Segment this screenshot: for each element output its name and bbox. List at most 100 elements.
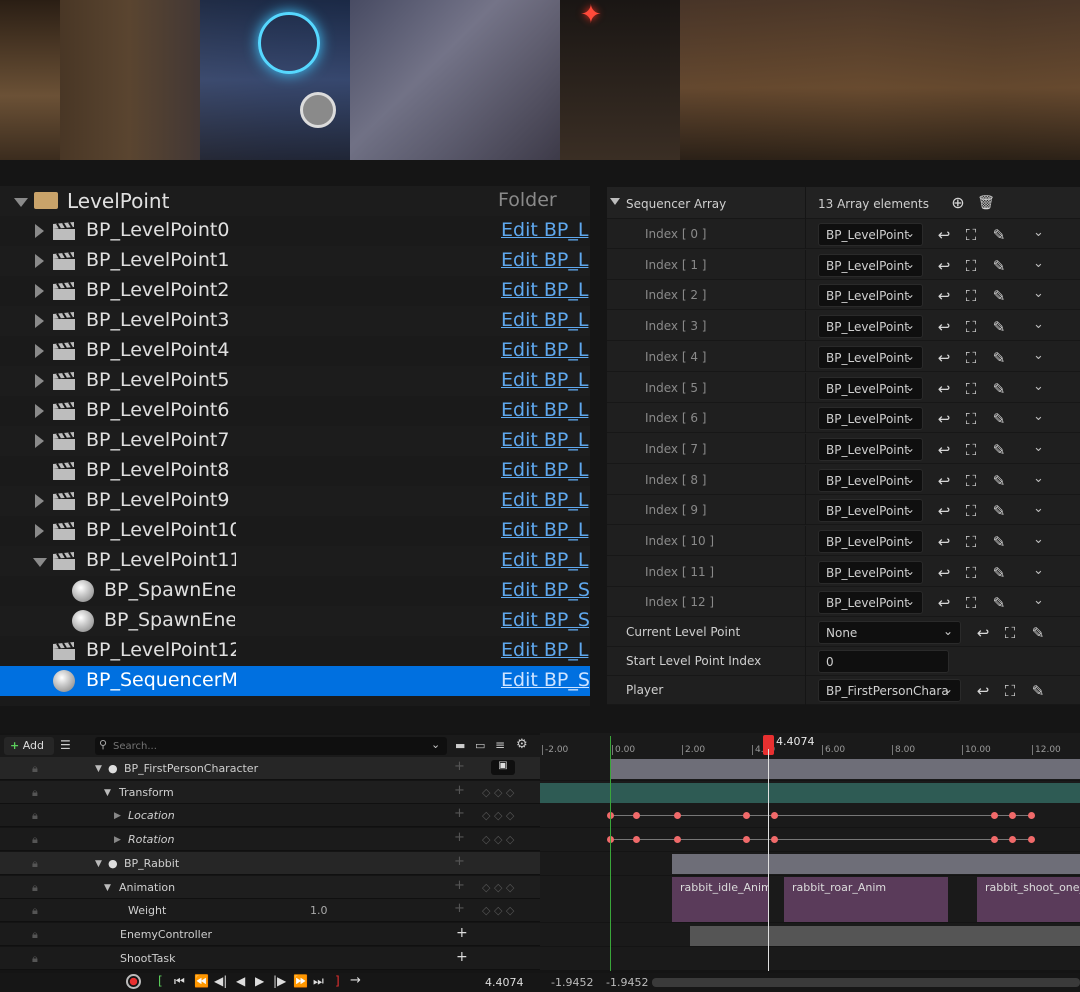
expand-arrow-icon[interactable]: [35, 374, 44, 388]
browse-icon[interactable]: ⛶: [961, 409, 981, 429]
level-point-combo[interactable]: BP_LevelPoint ⌄: [818, 499, 923, 523]
anim-clip[interactable]: rabbit_shoot_one_: [977, 876, 1080, 922]
anim-clip[interactable]: rabbit_roar_Anim: [784, 876, 948, 922]
current-time-field[interactable]: 4.4074: [485, 976, 524, 989]
chevron-down-icon[interactable]: ⌄: [1033, 286, 1044, 301]
chevron-down-icon[interactable]: ⌄: [1033, 563, 1044, 578]
eyedropper-icon[interactable]: ✎: [1028, 623, 1048, 643]
edit-blueprint-link[interactable]: Edit BP_L: [501, 519, 589, 541]
controller-section-bar[interactable]: [690, 925, 1080, 946]
loop-icon[interactable]: →: [350, 973, 361, 988]
track-row[interactable]: 🔒︎ ▼ ● BP_Rabbit +: [0, 851, 540, 875]
view-range-start[interactable]: -1.9452: [551, 976, 593, 989]
add-element-icon[interactable]: ⊕: [948, 193, 968, 213]
expand-arrow-icon[interactable]: [35, 284, 44, 298]
level-point-combo[interactable]: BP_LevelPoint ⌄: [818, 223, 923, 246]
edit-blueprint-link[interactable]: Edit BP_L: [501, 369, 589, 391]
level-point-combo[interactable]: BP_LevelPoint ⌄: [818, 407, 923, 431]
track-row[interactable]: 🔒︎ ▶ Rotation + ◇ ◇ ◇: [0, 828, 540, 852]
outliner-row[interactable]: BP_LevelPoint1 Edit BP_L: [0, 246, 590, 276]
eyedropper-icon[interactable]: ✎: [989, 532, 1009, 552]
gear-icon[interactable]: ⚙: [516, 737, 528, 752]
outliner-row[interactable]: BP_LevelPoint9 Edit BP_L: [0, 486, 590, 516]
start-index-input[interactable]: 0: [818, 650, 949, 673]
browse-icon[interactable]: ⛶: [1000, 623, 1020, 643]
eyedropper-icon[interactable]: ✎: [989, 348, 1009, 368]
eyedropper-icon[interactable]: ✎: [989, 563, 1009, 583]
level-point-combo[interactable]: BP_LevelPoint ⌄: [818, 530, 923, 553]
use-selected-icon[interactable]: ↩: [934, 317, 954, 337]
eyedropper-icon[interactable]: ✎: [989, 409, 1009, 429]
step-forward-frame-icon[interactable]: |▶: [273, 974, 286, 988]
chevron-down-icon[interactable]: ⌄: [431, 738, 440, 751]
edit-blueprint-link[interactable]: Edit BP_L: [501, 459, 589, 481]
level-point-combo[interactable]: BP_LevelPoint ⌄: [818, 253, 923, 277]
browse-icon[interactable]: ⛶: [961, 256, 981, 276]
chevron-down-icon[interactable]: ⌄: [1033, 471, 1044, 486]
chevron-down-icon[interactable]: ⌄: [1033, 409, 1044, 424]
add-icon[interactable]: +: [454, 759, 465, 774]
edit-blueprint-link[interactable]: Edit BP_L: [501, 279, 589, 301]
browse-icon[interactable]: ⛶: [961, 317, 981, 337]
chevron-down-icon[interactable]: ⌄: [1033, 593, 1044, 608]
edit-blueprint-link[interactable]: Edit BP_L: [501, 309, 589, 331]
expand-arrow-icon[interactable]: [35, 254, 44, 268]
play-reverse-icon[interactable]: ◀: [236, 974, 245, 988]
chevron-down-icon[interactable]: ⌄: [1033, 225, 1044, 240]
use-selected-icon[interactable]: ↩: [934, 256, 954, 276]
expand-arrow-icon[interactable]: ▶: [114, 811, 121, 821]
step-back-key-icon[interactable]: ⏪: [194, 974, 209, 988]
collapse-arrow-icon[interactable]: [14, 198, 28, 207]
track-lane[interactable]: [540, 946, 1080, 970]
browse-icon[interactable]: ⛶: [961, 563, 981, 583]
step-forward-key-icon[interactable]: ⏩: [293, 974, 308, 988]
chevron-down-icon[interactable]: ⌄: [1033, 440, 1044, 455]
delete-all-icon[interactable]: 🗑: [976, 193, 996, 213]
level-point-combo[interactable]: BP_LevelPoint ⌄: [818, 560, 923, 584]
outliner-row[interactable]: BP_LevelPoint0 Edit BP_L: [0, 216, 590, 246]
edit-blueprint-link[interactable]: Edit BP_L: [501, 429, 589, 451]
level-point-combo[interactable]: BP_LevelPoint ⌄: [818, 468, 923, 492]
lock-icon[interactable]: 🔒︎: [32, 881, 38, 895]
filter-icon[interactable]: ☰: [60, 738, 71, 752]
track-row[interactable]: 🔒︎ EnemyController +: [0, 922, 540, 946]
track-row[interactable]: 🔒︎ ShootTask +: [0, 946, 540, 970]
add-icon[interactable]: +: [454, 806, 465, 821]
browse-icon[interactable]: ⛶: [961, 471, 981, 491]
jump-to-start-icon[interactable]: ⏮: [174, 974, 185, 989]
keyframe-nav-icon[interactable]: ◇ ◇ ◇: [482, 809, 514, 822]
track-row[interactable]: 🔒︎ ▶ Location + ◇ ◇ ◇: [0, 804, 540, 828]
chevron-down-icon[interactable]: ⌄: [1033, 532, 1044, 547]
outliner-row[interactable]: BP_SequencerMa Edit BP_S: [0, 666, 590, 696]
outliner-row[interactable]: BP_LevelPoint11 Edit BP_L: [0, 546, 590, 576]
keyframe-nav-icon[interactable]: ◇ ◇ ◇: [482, 833, 514, 846]
chevron-down-icon[interactable]: ⌄: [1033, 501, 1044, 516]
expand-arrow-icon[interactable]: [35, 524, 44, 538]
outliner-row[interactable]: BP_LevelPoint12 Edit BP_L: [0, 636, 590, 666]
use-selected-icon[interactable]: ↩: [934, 440, 954, 460]
transform-section-bar[interactable]: [540, 782, 1080, 803]
track-row[interactable]: 🔒︎ ▼ ● BP_FirstPersonCharacter + ▣: [0, 757, 540, 780]
collapse-arrow-icon[interactable]: [33, 558, 47, 567]
current-level-point-combo[interactable]: None ⌄: [818, 621, 961, 644]
collapse-arrow-icon[interactable]: ▼: [104, 788, 111, 798]
camera-icon[interactable]: ▣: [491, 760, 515, 775]
view-range-end[interactable]: -1.9452: [606, 976, 648, 989]
outliner-row[interactable]: BP_LevelPoint5 Edit BP_L: [0, 366, 590, 396]
add-icon[interactable]: +: [454, 783, 465, 798]
eyedropper-icon[interactable]: ✎: [989, 501, 1009, 521]
eyedropper-icon[interactable]: ✎: [989, 379, 1009, 399]
lock-icon[interactable]: 🔒︎: [32, 904, 38, 918]
lock-icon[interactable]: 🔒︎: [32, 786, 38, 800]
eyedropper-icon[interactable]: ✎: [989, 317, 1009, 337]
level-point-combo[interactable]: BP_LevelPoint ⌄: [818, 345, 923, 369]
browse-icon[interactable]: ⛶: [961, 286, 981, 306]
use-selected-icon[interactable]: ↩: [934, 501, 954, 521]
expand-arrow-icon[interactable]: [35, 404, 44, 418]
collapse-arrow-icon[interactable]: ▼: [104, 883, 111, 893]
track-row[interactable]: 🔒︎ Weight 1.0 + ◇ ◇ ◇: [0, 899, 540, 923]
jump-to-end-icon[interactable]: ⏭: [313, 974, 324, 989]
add-icon[interactable]: +: [454, 854, 465, 869]
eyedropper-icon[interactable]: ✎: [989, 471, 1009, 491]
chevron-down-icon[interactable]: ⌄: [1033, 317, 1044, 332]
